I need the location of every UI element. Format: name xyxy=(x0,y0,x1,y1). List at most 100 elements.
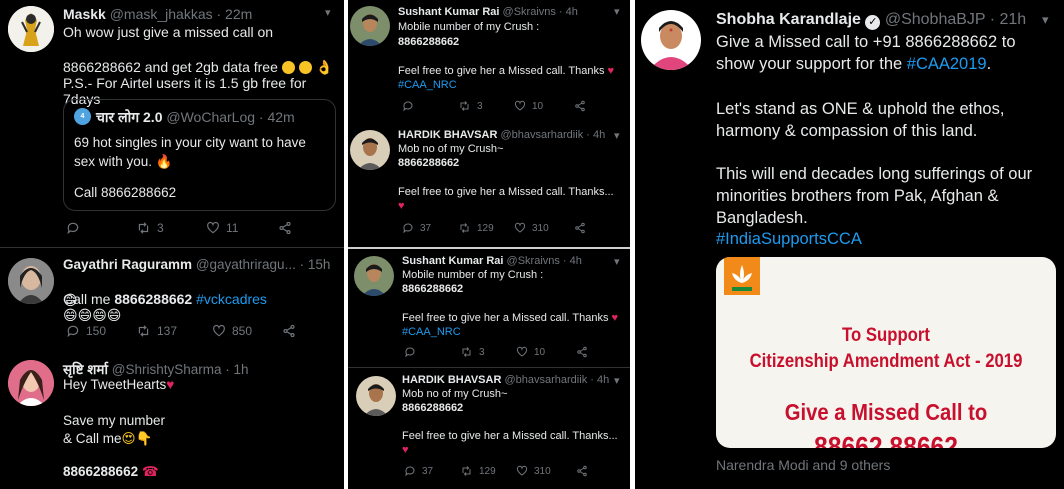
author-name[interactable]: Sushant Kumar Rai xyxy=(398,6,499,18)
share-button[interactable] xyxy=(282,324,296,338)
author-handle[interactable]: @ShrishtySharma · 1h xyxy=(112,362,249,377)
avatar[interactable] xyxy=(8,360,54,406)
avatar[interactable] xyxy=(354,256,394,296)
author-name[interactable]: सृष्टि शर्मा xyxy=(63,362,108,377)
tweet-text-line: Feel free to give her a Missed call. Tha… xyxy=(402,430,618,442)
reply-button[interactable] xyxy=(404,346,460,358)
tweet-text: show your support for the xyxy=(716,55,907,73)
avatar[interactable] xyxy=(8,6,54,52)
like-button[interactable]: 310 xyxy=(516,465,576,477)
hashtag-link[interactable]: #CAA_NRC xyxy=(402,326,461,338)
quoted-tweet-card[interactable]: 4 चार लोग 2.0 @WoCharLog · 42m 69 hot si… xyxy=(63,99,336,211)
author-name[interactable]: Gayathri Raguramm xyxy=(63,257,192,272)
tweet-maskk[interactable]: Maskk @mask_jhakkas · 22m ▾ Oh wow just … xyxy=(0,0,344,247)
retweet-count: 137 xyxy=(157,324,178,338)
tweet-text-line: Mobile number of my Crush : xyxy=(402,269,544,281)
retweet-button[interactable]: 137 xyxy=(136,324,212,338)
author-handle[interactable]: @ShobhaBJP · 21h xyxy=(885,11,1026,28)
heart-icon xyxy=(516,346,528,357)
tweet-text: Hey TweetHearts xyxy=(63,377,167,392)
like-button[interactable]: 10 xyxy=(516,346,576,358)
like-button[interactable]: 10 xyxy=(514,100,574,112)
author-name[interactable]: Sushant Kumar Rai xyxy=(402,255,503,267)
tweet-sushant-repeat[interactable]: Sushant Kumar Rai @Skraivns · 4h ▾ Mobil… xyxy=(348,249,630,366)
retweet-button[interactable]: 3 xyxy=(460,346,516,358)
reply-button[interactable]: 37 xyxy=(402,222,458,234)
tweet-actions: 37 129 310 xyxy=(404,465,588,477)
quoted-call-text: Call 8866288662 xyxy=(74,185,177,200)
author-name[interactable]: HARDIK BHAVSAR xyxy=(398,129,497,141)
author-handle[interactable]: @gayathriragu... · 15h xyxy=(196,257,331,272)
middle-screenshot-panel: Sushant Kumar Rai @Skraivns · 4h ▾ Mobil… xyxy=(348,0,630,489)
reply-button[interactable]: 150 xyxy=(66,324,136,338)
chevron-down-icon[interactable]: ▾ xyxy=(614,255,620,268)
share-button[interactable] xyxy=(574,100,586,112)
like-button[interactable]: 11 xyxy=(206,221,278,235)
tweet-shobha[interactable]: Shobha Karandlaje ✓ @ShobhaBJP · 21h ▾ G… xyxy=(635,0,1064,489)
tweet-sushant[interactable]: Sushant Kumar Rai @Skraivns · 4h ▾ Mobil… xyxy=(348,0,630,123)
tweet-gayathri[interactable]: Gayathri Raguramm @gayathriragu... · 15h… xyxy=(0,248,344,348)
retweet-button[interactable]: 129 xyxy=(458,222,514,234)
share-button[interactable] xyxy=(278,221,292,235)
avatar[interactable] xyxy=(641,10,701,70)
avatar[interactable] xyxy=(350,6,390,46)
tweet-hardik[interactable]: HARDIK BHAVSAR @bhavsarhardiik · 4h ▾ Mo… xyxy=(348,124,630,246)
chevron-down-icon[interactable]: ▾ xyxy=(614,374,620,387)
author-handle[interactable]: @Skraivns · 4h xyxy=(503,6,578,18)
chevron-down-icon[interactable]: ▾ xyxy=(325,6,331,19)
reply-button[interactable] xyxy=(66,221,136,235)
retweet-icon xyxy=(460,223,469,233)
like-button[interactable]: 310 xyxy=(514,222,574,234)
chevron-down-icon[interactable]: ▾ xyxy=(1042,12,1049,28)
tweet-paragraph: This will end decades long sufferings of… xyxy=(716,165,1033,227)
hashtag-link[interactable]: #CAA2019 xyxy=(907,55,987,73)
author-name[interactable]: HARDIK BHAVSAR xyxy=(402,374,501,386)
author-name[interactable]: Shobha Karandlaje xyxy=(716,11,861,28)
tweet-actions: 3 11 xyxy=(66,221,292,235)
verified-badge-icon: ✓ xyxy=(865,15,881,30)
avatar[interactable] xyxy=(8,258,54,304)
share-button[interactable] xyxy=(576,346,588,358)
tweet-text-line: Mob no of my Crush~ xyxy=(398,143,504,155)
grin-emoji-icon: 😄😄😄😄 xyxy=(63,307,122,323)
retweet-button[interactable]: 3 xyxy=(458,100,514,112)
poster-image[interactable]: To Support Citizenship Amendment Act - 2… xyxy=(716,257,1056,448)
heart-eyes-emoji-icon xyxy=(281,61,295,74)
tweet-header: Sushant Kumar Rai @Skraivns · 4h xyxy=(402,255,582,267)
author-handle[interactable]: @mask_jhakkas · 22m xyxy=(110,6,253,22)
quoted-avatar: 4 xyxy=(74,108,91,125)
retweet-icon xyxy=(462,347,471,357)
tweet-header: Sushant Kumar Rai @Skraivns · 4h xyxy=(398,6,578,18)
retweet-icon xyxy=(462,466,471,476)
share-icon xyxy=(283,324,295,338)
author-handle[interactable]: @Skraivns · 4h xyxy=(507,255,582,267)
likes-note[interactable]: Narendra Modi and 9 others xyxy=(716,457,890,473)
share-button[interactable] xyxy=(576,465,588,477)
quoted-tweet-text: 69 hot singles in your city want to have… xyxy=(74,133,306,171)
reply-count: 37 xyxy=(422,465,434,477)
like-button[interactable]: 850 xyxy=(212,324,282,338)
avatar[interactable] xyxy=(350,130,390,170)
author-name[interactable]: Maskk xyxy=(63,6,106,22)
avatar[interactable] xyxy=(356,376,396,416)
reply-button[interactable] xyxy=(402,100,458,112)
tweet-text-line: Feel free to give her a Missed call. Tha… xyxy=(398,65,614,77)
reply-button[interactable]: 37 xyxy=(404,465,460,477)
retweet-button[interactable]: 129 xyxy=(460,465,516,477)
hashtag-link[interactable]: #CAA_NRC xyxy=(398,79,457,91)
author-handle[interactable]: @bhavsarhardiik · 4h xyxy=(504,374,609,386)
retweet-button[interactable]: 3 xyxy=(136,221,206,235)
right-screenshot-panel: Shobha Karandlaje ✓ @ShobhaBJP · 21h ▾ G… xyxy=(635,0,1064,489)
chevron-down-icon[interactable]: ▾ xyxy=(614,129,620,142)
tweet-text-line: Mob no of my Crush~ xyxy=(402,388,508,400)
tweet-shrishty[interactable]: सृष्टि शर्मा @ShrishtySharma · 1h Hey Tw… xyxy=(0,352,344,489)
chevron-down-icon[interactable]: ▾ xyxy=(614,5,620,18)
hashtag-link[interactable]: #vckcadres xyxy=(192,291,267,307)
hashtag-link[interactable]: #IndiaSupportsCCA xyxy=(716,230,862,249)
phone-number: 8866288662 xyxy=(402,283,464,295)
share-button[interactable] xyxy=(574,222,586,234)
reply-count: 37 xyxy=(420,222,432,234)
reply-icon xyxy=(403,223,413,234)
tweet-hardik-repeat[interactable]: HARDIK BHAVSAR @bhavsarhardiik · 4h ▾ Mo… xyxy=(348,368,630,489)
author-handle[interactable]: @bhavsarhardiik · 4h xyxy=(500,129,605,141)
